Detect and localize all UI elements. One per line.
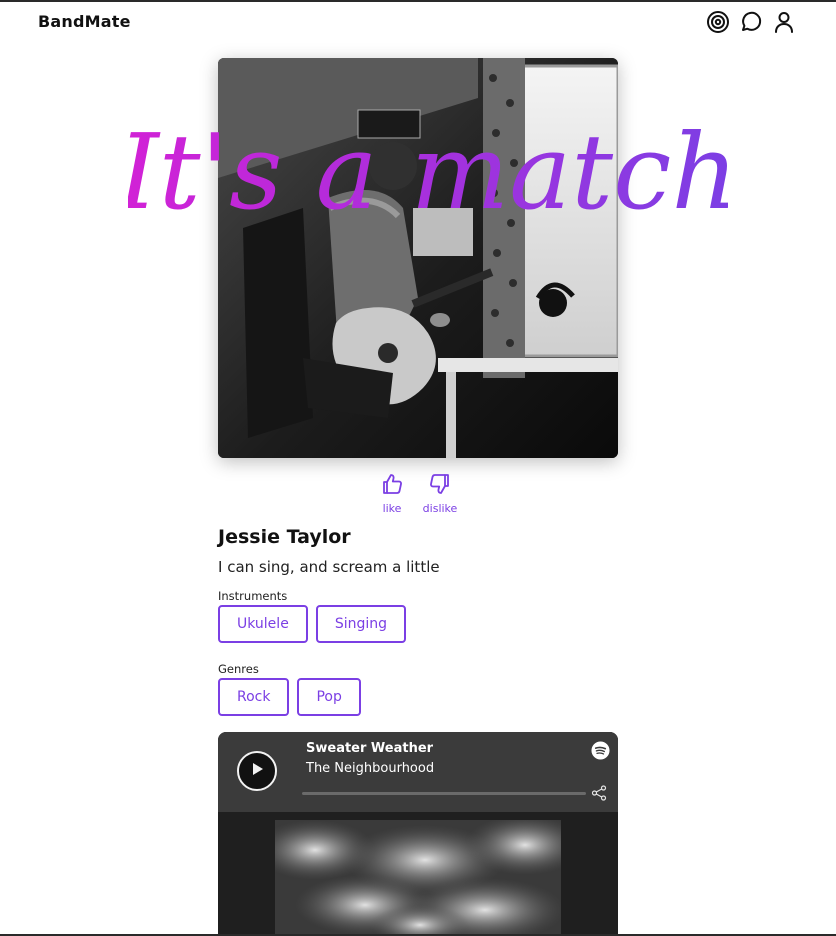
thumbs-down-icon [428, 472, 452, 500]
like-label: like [382, 502, 402, 515]
track-title[interactable]: Sweater Weather [306, 741, 433, 756]
genre-chip[interactable]: Rock [218, 678, 290, 716]
track-artist[interactable]: The Neighbourhood [306, 761, 434, 776]
target-icon[interactable] [706, 10, 730, 34]
instruments-label: Instruments [218, 589, 288, 603]
profile-photo [218, 58, 618, 458]
dislike-label: dislike [422, 502, 458, 515]
track-progress-bar[interactable] [302, 792, 586, 795]
album-art [275, 820, 561, 936]
instrument-chip[interactable]: Ukulele [218, 605, 308, 643]
user-profile-icon[interactable] [772, 10, 796, 34]
instruments-chips: Ukulele Singing [218, 605, 406, 643]
dislike-button[interactable]: dislike [418, 472, 462, 515]
chat-bubble-icon[interactable] [739, 10, 763, 34]
genre-chip[interactable]: Pop [297, 678, 361, 716]
app-frame: BandMate It's a match like dislike Jessi… [0, 0, 836, 936]
genres-chips: Rock Pop [218, 678, 361, 716]
thumbs-up-icon [380, 472, 404, 500]
profile-bio: I can sing, and scream a little [218, 558, 440, 576]
instrument-chip[interactable]: Singing [315, 605, 406, 643]
spotify-player-bar: Sweater Weather The Neighbourhood [218, 732, 618, 812]
genres-label: Genres [218, 662, 259, 676]
profile-name: Jessie Taylor [218, 526, 351, 548]
reaction-buttons: like dislike [372, 472, 462, 515]
play-icon [249, 761, 265, 781]
navbar: BandMate [0, 2, 836, 44]
spotify-logo-icon[interactable] [591, 741, 610, 760]
like-button[interactable]: like [372, 472, 412, 515]
play-button[interactable] [237, 751, 277, 791]
brand-logo[interactable]: BandMate [38, 12, 131, 31]
nav-icons [706, 10, 796, 34]
share-icon[interactable] [591, 785, 607, 801]
spotify-embed: Sweater Weather The Neighbourhood [218, 732, 618, 936]
